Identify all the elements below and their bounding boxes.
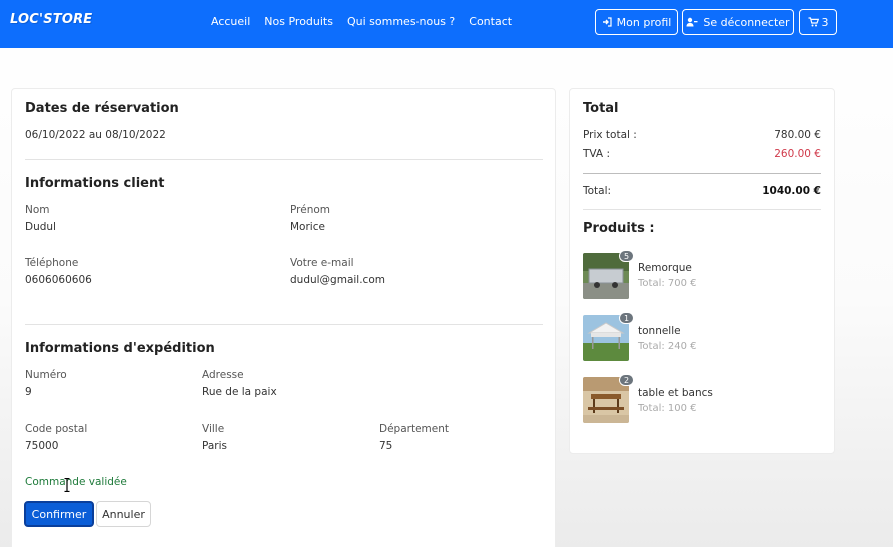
email-label: Votre e-mail xyxy=(290,257,354,269)
telephone-label: Téléphone xyxy=(25,257,79,269)
grand-total-label: Total: xyxy=(583,185,612,197)
profile-button[interactable]: Mon profil xyxy=(595,9,678,35)
sign-in-icon xyxy=(602,17,612,27)
prix-total-value: 780.00 € xyxy=(774,129,821,141)
client-title: Informations client xyxy=(25,176,165,191)
order-status: Commande validée xyxy=(25,476,127,488)
quantity-badge: 2 xyxy=(619,374,634,386)
quantity-badge: 5 xyxy=(619,250,634,262)
product-price: Total: 100 € xyxy=(638,403,697,414)
navbar: LOC'STORE Accueil Nos Produits Qui somme… xyxy=(0,0,893,48)
quantity-badge: 1 xyxy=(619,312,634,324)
email-value: dudul@gmail.com xyxy=(290,274,385,286)
numero-label: Numéro xyxy=(25,369,67,381)
logout-button-label: Se déconnecter xyxy=(703,15,790,29)
prenom-value: Morice xyxy=(290,221,325,233)
cart-icon xyxy=(808,17,819,27)
numero-value: 9 xyxy=(25,386,32,398)
adresse-label: Adresse xyxy=(202,369,244,381)
product-price: Total: 240 € xyxy=(638,341,697,352)
adresse-value: Rue de la paix xyxy=(202,386,277,398)
reservation-dates: 06/10/2022 au 08/10/2022 xyxy=(25,129,166,141)
nav-link-qui-sommes-nous[interactable]: Qui sommes-nous ? xyxy=(347,15,455,28)
ville-value: Paris xyxy=(202,440,227,452)
divider xyxy=(25,324,543,325)
grand-total-value: 1040.00 € xyxy=(762,185,821,197)
total-title: Total xyxy=(583,101,619,116)
product-price: Total: 700 € xyxy=(638,278,697,289)
nav-links: Accueil Nos Produits Qui sommes-nous ? C… xyxy=(211,15,526,28)
nav-link-contact[interactable]: Contact xyxy=(469,15,512,28)
profile-button-label: Mon profil xyxy=(616,15,672,29)
departement-label: Département xyxy=(379,423,449,435)
departement-value: 75 xyxy=(379,440,393,452)
product-name[interactable]: tonnelle xyxy=(638,325,681,337)
divider xyxy=(25,159,543,160)
code-postal-label: Code postal xyxy=(25,423,88,435)
user-minus-icon xyxy=(686,17,698,27)
products-title: Produits : xyxy=(583,221,655,236)
prix-total-label: Prix total : xyxy=(583,129,637,141)
text-cursor-icon xyxy=(64,478,70,492)
product-name[interactable]: Remorque xyxy=(638,262,692,274)
confirm-button[interactable]: Confirmer xyxy=(24,501,94,527)
nom-value: Dudul xyxy=(25,221,56,233)
prenom-label: Prénom xyxy=(290,204,331,216)
nom-label: Nom xyxy=(25,204,50,216)
divider xyxy=(583,209,821,210)
nav-link-accueil[interactable]: Accueil xyxy=(211,15,250,28)
cancel-button[interactable]: Annuler xyxy=(96,501,151,527)
product-name[interactable]: table et bancs xyxy=(638,387,713,399)
divider xyxy=(583,173,821,174)
logout-button[interactable]: Se déconnecter xyxy=(682,9,794,35)
shipping-title: Informations d'expédition xyxy=(25,341,215,356)
code-postal-value: 75000 xyxy=(25,440,59,452)
tva-value: 260.00 € xyxy=(774,148,821,160)
brand-logo[interactable]: LOC'STORE xyxy=(10,12,92,27)
telephone-value: 0606060606 xyxy=(25,274,92,286)
reservation-title: Dates de réservation xyxy=(25,101,179,116)
ville-label: Ville xyxy=(202,423,225,435)
cart-count: 3 xyxy=(821,15,829,29)
cart-button[interactable]: 3 xyxy=(799,9,837,35)
nav-link-produits[interactable]: Nos Produits xyxy=(264,15,333,28)
tva-label: TVA : xyxy=(583,148,610,160)
